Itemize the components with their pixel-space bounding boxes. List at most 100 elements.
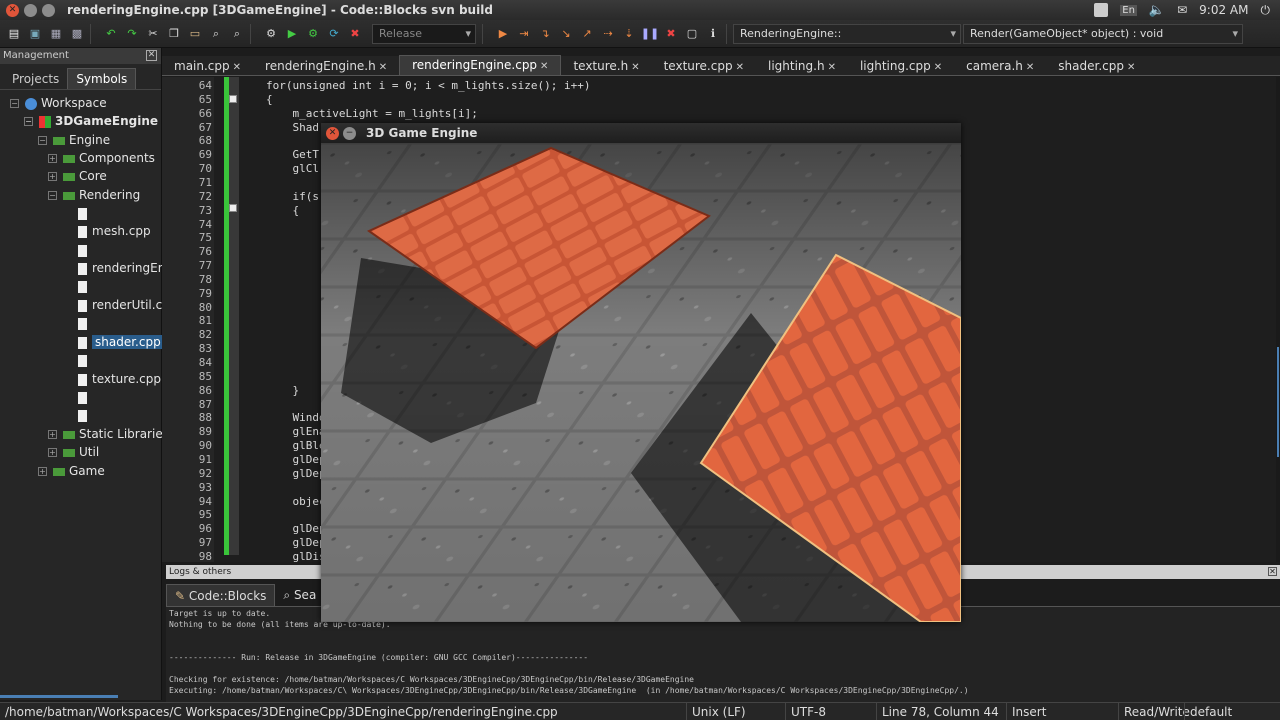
replace-icon[interactable]: ⌕	[230, 27, 244, 41]
collapse-icon[interactable]: −	[48, 191, 57, 200]
power-icon[interactable]: ⏻	[1261, 3, 1271, 18]
fold-marker-icon[interactable]	[229, 95, 237, 103]
editor-tab[interactable]: main.cpp ✕	[162, 57, 253, 75]
close-tab-icon[interactable]: ✕	[828, 62, 836, 73]
open-file-icon[interactable]: ▣	[28, 27, 42, 41]
code-line[interactable]: glCl	[266, 162, 319, 175]
code-line[interactable]: objec	[266, 495, 325, 508]
code-line[interactable]	[266, 314, 319, 327]
tree-item-file[interactable]: renderingEng	[78, 259, 173, 277]
close-window-icon[interactable]: ✕	[6, 3, 19, 17]
build-icon[interactable]: ⚙	[264, 27, 278, 41]
close-tab-icon[interactable]: ✕	[631, 62, 639, 73]
next-instruction-icon[interactable]: ⇢	[601, 27, 615, 41]
tree-item-util[interactable]: + Util	[48, 443, 99, 461]
save-all-icon[interactable]: ▩	[70, 27, 84, 41]
scrollbar-thumb[interactable]	[1277, 347, 1279, 457]
close-tab-icon[interactable]: ✕	[1026, 62, 1034, 73]
dropbox-icon[interactable]	[1094, 3, 1109, 17]
code-line[interactable]: GetT	[266, 148, 319, 161]
close-tab-icon[interactable]: ✕	[736, 62, 744, 73]
editor-tab[interactable]: lighting.cpp ✕	[848, 57, 954, 75]
game-window[interactable]: ✕ − 3D Game Engine	[321, 123, 961, 622]
tree-item-file-blurred[interactable]	[78, 351, 92, 369]
tree-item-file-blurred[interactable]	[78, 204, 92, 222]
close-tab-icon[interactable]: ✕	[934, 62, 942, 73]
abort-icon[interactable]: ✖	[348, 27, 362, 41]
debug-icon[interactable]: ▶	[496, 27, 510, 41]
code-line[interactable]: glDep	[266, 536, 325, 549]
tree-item-engine[interactable]: − Engine	[38, 131, 110, 149]
code-line[interactable]: glBle	[266, 439, 325, 452]
tab-projects[interactable]: Projects	[4, 69, 67, 89]
expand-icon[interactable]: +	[48, 430, 57, 439]
code-line[interactable]	[266, 301, 319, 314]
code-line[interactable]	[266, 273, 319, 286]
redo-icon[interactable]: ↷	[125, 27, 139, 41]
expand-icon[interactable]: +	[48, 448, 57, 457]
close-logs-icon[interactable]: ✕	[1268, 567, 1277, 576]
stop-debugger-icon[interactable]: ✖	[664, 27, 678, 41]
tree-item-rendering[interactable]: − Rendering	[48, 186, 140, 204]
tree-item-core[interactable]: + Core	[48, 167, 107, 185]
code-line[interactable]: {	[266, 93, 273, 106]
tree-item-file-blurred[interactable]	[78, 277, 92, 295]
close-tab-icon[interactable]: ✕	[233, 62, 241, 73]
tab-search-results[interactable]: ⌕ Sea	[275, 584, 324, 606]
close-tab-icon[interactable]: ✕	[379, 62, 387, 73]
tree-item-game[interactable]: + Game	[38, 462, 105, 480]
tree-item-file[interactable]: texture.cpp	[78, 370, 161, 388]
save-icon[interactable]: ▦	[49, 27, 63, 41]
code-line[interactable]: glDis	[266, 550, 325, 563]
collapse-icon[interactable]: −	[24, 117, 33, 126]
code-line[interactable]: glEna	[266, 425, 325, 438]
tree-item-file-selected[interactable]: shader.cpp	[78, 333, 164, 351]
copy-icon[interactable]: ❐	[167, 27, 181, 41]
mail-icon[interactable]: ✉	[1177, 3, 1187, 17]
debugging-windows-icon[interactable]: ▢	[685, 27, 699, 41]
collapse-icon[interactable]: −	[10, 99, 19, 108]
editor-tab[interactable]: texture.cpp ✕	[652, 57, 756, 75]
code-line[interactable]: Shad	[266, 121, 319, 134]
new-file-icon[interactable]: ▤	[7, 27, 21, 41]
run-icon[interactable]: ▶	[285, 27, 299, 41]
editor-tab[interactable]: renderingEngine.h ✕	[253, 57, 399, 75]
editor-tab[interactable]: texture.h ✕	[561, 57, 651, 75]
tree-item-file-blurred[interactable]	[78, 406, 92, 424]
step-instruction-icon[interactable]: ⇣	[622, 27, 636, 41]
fold-marker-icon[interactable]	[229, 204, 237, 212]
code-line[interactable]: glDep	[266, 453, 325, 466]
tree-item-components[interactable]: + Components	[48, 149, 155, 167]
paste-icon[interactable]: ▭	[188, 27, 202, 41]
cut-icon[interactable]: ✂	[146, 27, 160, 41]
keyboard-layout-indicator[interactable]: En	[1120, 4, 1137, 16]
code-line[interactable]: {	[266, 204, 299, 217]
find-icon[interactable]: ⌕	[209, 27, 223, 41]
editor-tab[interactable]: camera.h ✕	[954, 57, 1046, 75]
tree-item-workspace[interactable]: − Workspace	[10, 94, 107, 112]
close-tab-icon[interactable]: ✕	[540, 61, 548, 72]
code-line[interactable]: Windo	[266, 411, 325, 424]
tree-item-project[interactable]: −3DGameEngine	[24, 112, 158, 130]
rebuild-icon[interactable]: ⟳	[327, 27, 341, 41]
tree-item-static-libraries[interactable]: + Static Libraries	[48, 425, 169, 443]
tab-symbols[interactable]: Symbols	[67, 68, 137, 89]
build-and-run-icon[interactable]: ⚙	[306, 27, 320, 41]
maximize-window-icon[interactable]	[42, 3, 55, 17]
expand-icon[interactable]: +	[38, 467, 47, 476]
collapse-icon[interactable]: −	[38, 136, 47, 145]
code-line[interactable]	[266, 218, 319, 231]
break-debugger-icon[interactable]: ❚❚	[641, 27, 659, 41]
vertical-scrollbar[interactable]	[1276, 77, 1280, 562]
minimize-window-icon[interactable]	[24, 3, 37, 17]
close-tab-icon[interactable]: ✕	[1127, 62, 1135, 73]
code-line[interactable]	[266, 245, 319, 258]
code-line[interactable]: glDep	[266, 467, 325, 480]
tab-codeblocks-log[interactable]: ✎ Code::Blocks	[166, 583, 276, 606]
horizontal-scrollbar[interactable]	[0, 695, 118, 698]
fold-margin[interactable]	[229, 77, 239, 555]
game-render-viewport[interactable]	[321, 143, 961, 622]
code-line[interactable]	[266, 370, 319, 383]
function-select[interactable]: Render(GameObject* object) : void	[963, 23, 1243, 44]
run-to-cursor-icon[interactable]: ⇥	[517, 27, 531, 41]
